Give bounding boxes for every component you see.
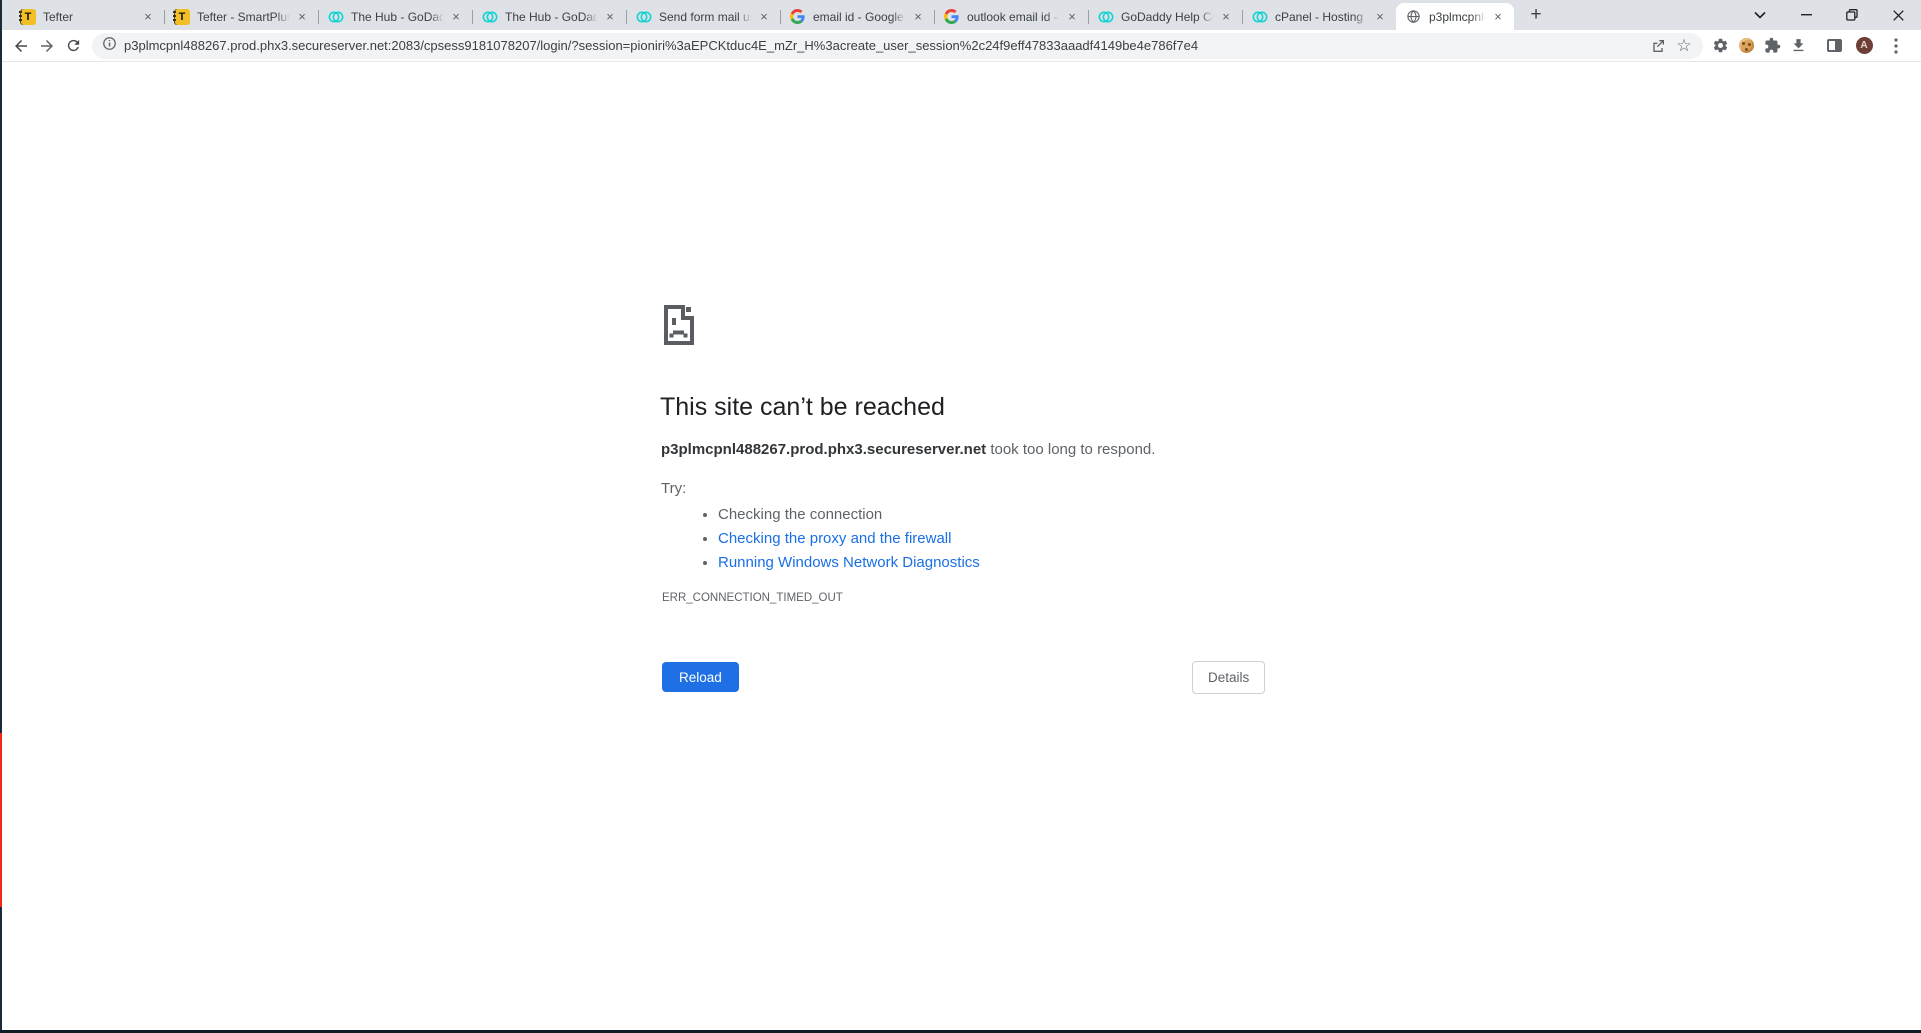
- browser-toolbar: p3plmcpnl488267.prod.phx3.secureserver.n…: [2, 30, 1921, 62]
- tab-godaddy-help[interactable]: GoDaddy Help Cen ×: [1088, 3, 1242, 30]
- try-label: Try:: [661, 480, 686, 497]
- tab-search-chevron-icon[interactable]: [1737, 0, 1783, 30]
- tab-strip: T Tefter × T Tefter - SmartPlus × The Hu…: [2, 0, 1921, 30]
- proxy-firewall-link[interactable]: Checking the proxy and the firewall: [718, 530, 951, 547]
- tefter-icon: T: [20, 9, 36, 25]
- tab-tefter-smartplus[interactable]: T Tefter - SmartPlus ×: [164, 3, 318, 30]
- new-tab-button[interactable]: +: [1522, 1, 1550, 29]
- share-icon[interactable]: [1645, 33, 1671, 59]
- tab-close-icon[interactable]: ×: [1490, 9, 1506, 25]
- extensions-puzzle-icon[interactable]: [1759, 33, 1785, 59]
- tefter-icon: T: [174, 9, 190, 25]
- tab-send-form-mail[interactable]: Send form mail usi ×: [626, 3, 780, 30]
- tab-title: outlook email id - O: [967, 10, 1060, 24]
- sad-page-icon: [662, 304, 696, 351]
- window-controls: [1737, 0, 1921, 30]
- minimize-icon[interactable]: [1783, 0, 1829, 30]
- cookie-extension-icon[interactable]: [1733, 33, 1759, 59]
- network-diagnostics-link[interactable]: Running Windows Network Diagnostics: [718, 554, 980, 571]
- tab-close-icon[interactable]: ×: [1372, 9, 1388, 25]
- tab-close-icon[interactable]: ×: [602, 9, 618, 25]
- reload-button[interactable]: Reload: [662, 662, 739, 692]
- godaddy-icon: [1098, 9, 1114, 25]
- profile-avatar[interactable]: A: [1851, 33, 1877, 59]
- tab-close-icon[interactable]: ×: [756, 9, 772, 25]
- tab-title: Tefter - SmartPlus: [197, 10, 290, 24]
- forward-icon[interactable]: [34, 33, 60, 59]
- toolbar-extensions-area: A: [1707, 33, 1921, 59]
- tab-title: email id - Google S: [813, 10, 906, 24]
- details-button[interactable]: Details: [1192, 661, 1265, 694]
- tab-title: The Hub - GoDadd: [505, 10, 598, 24]
- tab-title: Send form mail usi: [659, 10, 752, 24]
- tabs-container: T Tefter × T Tefter - SmartPlus × The Hu…: [2, 1, 1550, 30]
- godaddy-icon: [636, 9, 652, 25]
- address-bar[interactable]: p3plmcpnl488267.prod.phx3.secureserver.n…: [92, 33, 1703, 59]
- adblock-extension-icon[interactable]: [1707, 33, 1733, 59]
- suggestion-list: Checking the connection Checking the pro…: [701, 503, 980, 574]
- google-icon: [790, 9, 806, 25]
- tab-active-p3plmcpnl[interactable]: p3plmcpnl488267. ×: [1396, 3, 1514, 30]
- tab-the-hub-2[interactable]: The Hub - GoDadd ×: [472, 3, 626, 30]
- tab-tefter[interactable]: T Tefter ×: [10, 3, 164, 30]
- godaddy-icon: [1252, 9, 1268, 25]
- tab-close-icon[interactable]: ×: [1064, 9, 1080, 25]
- menu-kebab-icon[interactable]: [1883, 33, 1909, 59]
- error-message: p3plmcpnl488267.prod.phx3.secureserver.n…: [661, 441, 1155, 458]
- error-code: ERR_CONNECTION_TIMED_OUT: [662, 592, 843, 604]
- suggestion-item: Checking the connection: [718, 503, 980, 527]
- tab-close-icon[interactable]: ×: [294, 9, 310, 25]
- error-host: p3plmcpnl488267.prod.phx3.secureserver.n…: [661, 441, 986, 458]
- reload-icon[interactable]: [60, 33, 86, 59]
- close-window-icon[interactable]: [1875, 0, 1921, 30]
- avatar-letter: A: [1856, 37, 1873, 54]
- tab-close-icon[interactable]: ×: [1218, 9, 1234, 25]
- background-window-red-sliver: [0, 733, 2, 907]
- bookmark-star-icon[interactable]: ☆: [1671, 33, 1697, 59]
- tab-email-id-google[interactable]: email id - Google S ×: [780, 3, 934, 30]
- browser-window: T Tefter × T Tefter - SmartPlus × The Hu…: [2, 0, 1921, 1030]
- tab-title: Tefter: [43, 10, 136, 24]
- tab-close-icon[interactable]: ×: [140, 9, 156, 25]
- downloads-icon[interactable]: [1785, 33, 1811, 59]
- tab-the-hub-1[interactable]: The Hub - GoDadd ×: [318, 3, 472, 30]
- back-icon[interactable]: [8, 33, 34, 59]
- suggestion-item: Running Windows Network Diagnostics: [718, 551, 980, 575]
- restore-icon[interactable]: [1829, 0, 1875, 30]
- tab-cpanel-hosting[interactable]: cPanel - Hosting ×: [1242, 3, 1396, 30]
- google-icon: [944, 9, 960, 25]
- error-title: This site can’t be reached: [660, 393, 945, 422]
- tab-close-icon[interactable]: ×: [910, 9, 926, 25]
- tab-close-icon[interactable]: ×: [448, 9, 464, 25]
- suggestion-item: Checking the proxy and the firewall: [718, 527, 980, 551]
- tab-outlook-email-id[interactable]: outlook email id - O ×: [934, 3, 1088, 30]
- side-panel-icon[interactable]: [1821, 33, 1847, 59]
- url-text: p3plmcpnl488267.prod.phx3.secureserver.n…: [124, 38, 1645, 53]
- tab-title: p3plmcpnl488267.: [1429, 10, 1486, 24]
- globe-icon: [1406, 9, 1422, 25]
- godaddy-icon: [328, 9, 344, 25]
- godaddy-icon: [482, 9, 498, 25]
- page-info-icon[interactable]: [102, 36, 117, 56]
- error-page: This site can’t be reached p3plmcpnl4882…: [2, 62, 1921, 1030]
- tab-title: The Hub - GoDadd: [351, 10, 444, 24]
- tab-title: GoDaddy Help Cen: [1121, 10, 1214, 24]
- tab-title: cPanel - Hosting: [1275, 10, 1368, 24]
